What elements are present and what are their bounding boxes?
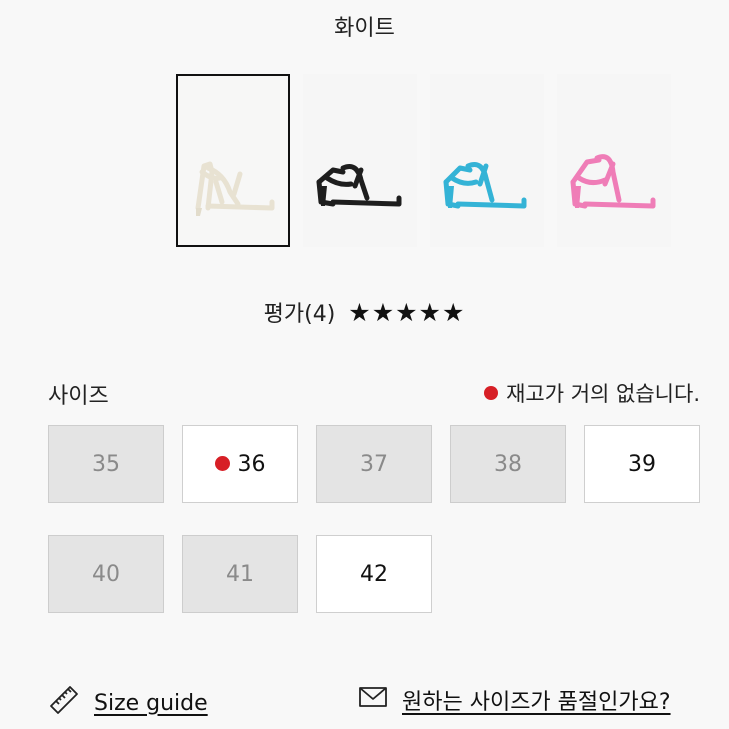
blue-sandal-image xyxy=(443,162,527,209)
low-stock-note-text: 재고가 거의 없습니다. xyxy=(506,382,700,406)
white-sandal-image xyxy=(195,161,275,216)
size-value: 36 xyxy=(237,451,266,477)
size-value: 37 xyxy=(360,451,388,477)
swatch-pink[interactable] xyxy=(557,74,671,247)
low-stock-dot-icon xyxy=(484,386,499,400)
swatch-white[interactable] xyxy=(176,74,290,247)
size-value: 40 xyxy=(92,561,120,587)
low-stock-legend: 재고가 거의 없습니다. xyxy=(484,378,700,408)
size-value: 38 xyxy=(494,451,522,477)
size-button-40[interactable]: 40 xyxy=(48,535,164,613)
black-sandal-image xyxy=(316,164,402,207)
pink-sandal-image xyxy=(570,154,656,209)
rating-label: 평가(4) xyxy=(263,302,336,327)
size-guide-text: Size guide xyxy=(94,690,208,716)
size-button-35[interactable]: 35 xyxy=(48,425,164,503)
sold-out-inquiry-link[interactable]: 원하는 사이즈가 품절인가요? xyxy=(358,684,671,716)
size-button-36[interactable]: 36 xyxy=(182,425,298,503)
size-value: 35 xyxy=(92,451,120,477)
swatch-black[interactable] xyxy=(303,74,417,247)
size-button-38[interactable]: 38 xyxy=(450,425,566,503)
size-guide-link[interactable]: Size guide xyxy=(48,684,208,722)
color-swatch-list xyxy=(176,74,676,249)
size-button-39[interactable]: 39 xyxy=(584,425,700,503)
size-section-label: 사이즈 xyxy=(48,384,109,409)
low-stock-dot-icon xyxy=(214,455,230,471)
mail-icon xyxy=(358,685,388,715)
sold-out-inquiry-text: 원하는 사이즈가 품절인가요? xyxy=(402,690,671,715)
size-button-41[interactable]: 41 xyxy=(182,535,298,613)
selected-color-name: 화이트 xyxy=(334,16,395,41)
swatch-blue[interactable] xyxy=(430,74,544,247)
size-button-37[interactable]: 37 xyxy=(316,425,432,503)
ruler-icon xyxy=(48,684,80,722)
size-value: 41 xyxy=(226,561,254,587)
size-value: 42 xyxy=(360,561,388,587)
size-value: 39 xyxy=(628,451,656,477)
rating-stars-icon: ★★★★★ xyxy=(348,297,466,327)
rating-row[interactable]: 평가(4) ★★★★★ xyxy=(0,296,729,328)
size-button-42[interactable]: 42 xyxy=(316,535,432,613)
